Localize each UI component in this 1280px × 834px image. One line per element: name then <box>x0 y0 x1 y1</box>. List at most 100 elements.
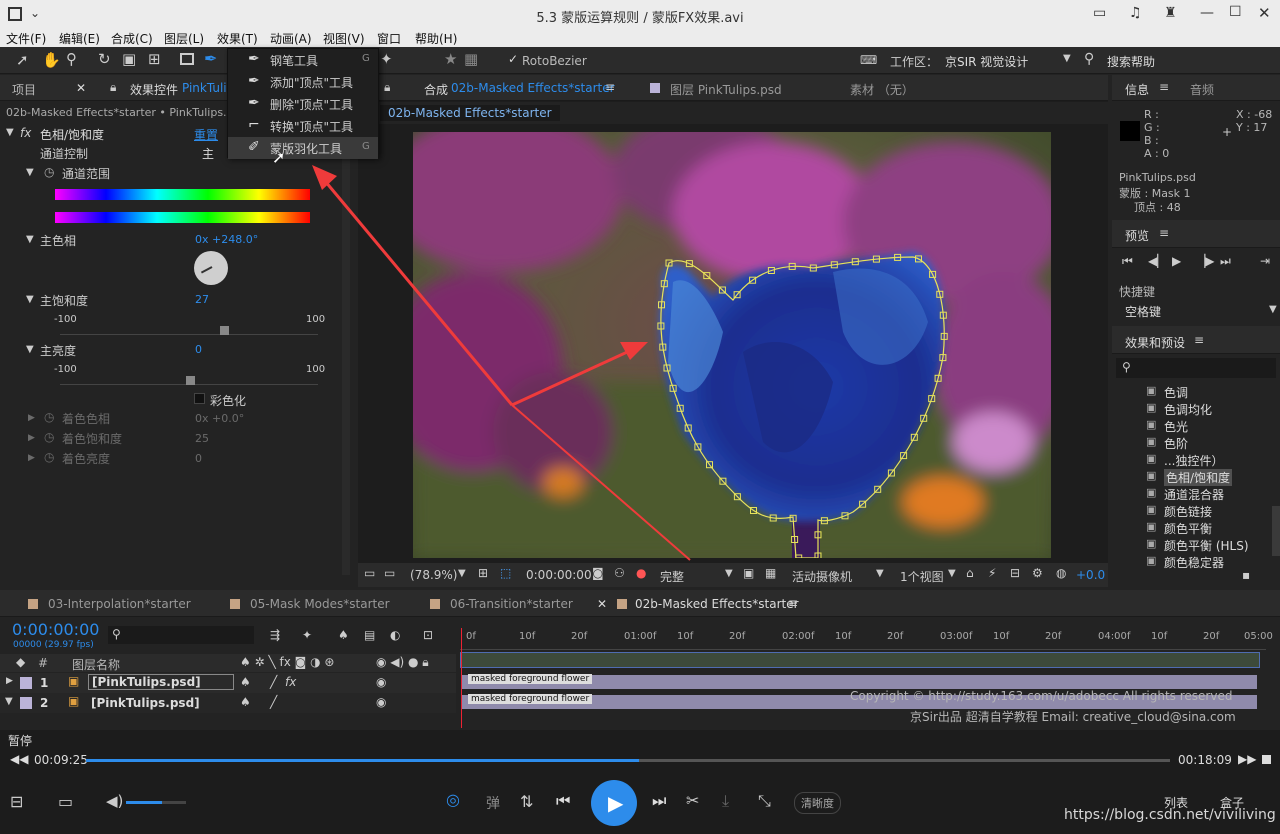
seek-track[interactable] <box>86 759 1170 762</box>
timeline-tab-active[interactable]: 02b-Masked Effects*starter <box>635 597 799 611</box>
hue-dial[interactable] <box>194 251 228 285</box>
roto-brush-icon[interactable]: ▦ <box>464 50 478 68</box>
expand-icon[interactable]: ▼ <box>26 344 34 355</box>
previous-frame-icon[interactable]: ◀▏ <box>1148 254 1166 268</box>
shy-switch[interactable]: ♠ <box>240 695 251 709</box>
rotate-tool-icon[interactable]: ↻ <box>98 50 111 68</box>
play-icon[interactable]: ▶ <box>1172 254 1181 268</box>
effects-search-input[interactable]: ⚲ <box>1116 358 1276 378</box>
layer-row[interactable]: ▼ 2 ▣ [PinkTulips.psd] ♠ ╱ ◉ <box>0 693 456 713</box>
slider-handle[interactable] <box>186 376 195 385</box>
expand-icon[interactable]: ▶ <box>28 413 35 423</box>
minimize-icon[interactable]: — <box>1200 5 1214 21</box>
layer-name[interactable]: [PinkTulips.psd] <box>91 696 200 710</box>
timeline-tab[interactable]: 06-Transition*starter <box>450 597 573 611</box>
lock-icon[interactable]: 🔒︎ <box>110 80 116 95</box>
master-saturation-value[interactable]: 27 <box>195 293 209 306</box>
monitor-icon[interactable]: ▭ <box>384 566 395 580</box>
menu-icon[interactable]: ≡ <box>605 80 615 94</box>
search-icon[interactable]: ⚲ <box>1084 51 1094 67</box>
camera-select[interactable]: 活动摄像机 <box>792 568 852 585</box>
tab-layer[interactable]: 图层 PinkTulips.psd <box>670 81 782 98</box>
frame-blending-icon[interactable]: ▤ <box>364 628 375 642</box>
view-layout-select[interactable]: 1个视图 <box>900 568 944 585</box>
effect-list-item[interactable]: ▣ 色调 <box>1112 384 1272 401</box>
fast-forward-icon[interactable]: ▶▶ <box>1238 752 1256 766</box>
show-snapshot-icon[interactable]: ⚇ <box>614 566 625 580</box>
tab-effect-controls[interactable]: 效果控件 <box>130 81 178 98</box>
reset-link[interactable]: 重置 <box>194 126 218 143</box>
stop-icon[interactable] <box>1262 755 1271 764</box>
stopwatch-icon[interactable]: ◷ <box>44 410 54 424</box>
menu-item-composition[interactable]: 合成(C) <box>111 30 153 47</box>
colorize-checkbox[interactable] <box>194 393 205 404</box>
menu-icon[interactable]: ≡ <box>1194 333 1204 347</box>
fx-switch[interactable]: fx <box>285 675 296 689</box>
time-ruler[interactable]: 0f 10f 20f 01:00f 10f 20f 02:00f 10f 20f 03:00f 10… <box>460 626 1273 650</box>
pen-tool-icon[interactable]: ✒ <box>204 49 217 68</box>
menu-item-convert-vertex-tool[interactable]: ⌐ 转换"顶点"工具 <box>228 115 378 137</box>
snapshot-icon[interactable]: ◙ <box>592 566 604 580</box>
tab-info[interactable]: 信息 <box>1125 81 1149 98</box>
menu-item-mask-feather-tool[interactable]: ✐ 蒙版羽化工具 G <box>228 137 378 159</box>
master-lightness-value[interactable]: 0 <box>195 343 202 356</box>
bell-icon[interactable]: ♫ <box>1129 5 1142 21</box>
scrollbar[interactable] <box>1272 506 1280 556</box>
visibility-icon[interactable]: ◉ <box>376 695 386 709</box>
transparency-grid-icon[interactable]: ▦ <box>765 566 776 580</box>
zoom-tool-icon[interactable]: ⚲ <box>66 50 77 68</box>
close-icon[interactable]: ✕ <box>597 597 607 611</box>
menu-item-window[interactable]: 窗口 <box>377 30 401 47</box>
menu-item-add-vertex-tool[interactable]: ✒ 添加"顶点"工具 <box>228 71 378 93</box>
menu-item-view[interactable]: 视图(V) <box>323 30 365 47</box>
chevron-down-icon[interactable]: ▼ <box>948 568 956 579</box>
visibility-icon[interactable]: ◉ <box>376 675 386 689</box>
camera-tool-icon[interactable]: ▣ <box>122 50 136 68</box>
always-preview-icon[interactable]: ▭ <box>364 566 375 580</box>
stopwatch-icon[interactable]: ◷ <box>44 450 54 464</box>
effect-list-item[interactable]: ▣ 色光 <box>1112 418 1272 435</box>
expand-icon[interactable]: ▼ <box>26 234 34 245</box>
expand-icon[interactable]: ▼ <box>26 167 34 178</box>
layer-label-color[interactable] <box>20 697 32 709</box>
tab-composition[interactable]: 合成 <box>424 81 448 98</box>
volume-icon[interactable]: ◀) <box>106 792 123 810</box>
workspace-select[interactable]: 京SIR 视觉设计 <box>945 53 1028 70</box>
reset-exposure-icon[interactable]: ◍ <box>1056 566 1066 580</box>
quality-switch[interactable]: ╱ <box>270 675 277 689</box>
shy-switch[interactable]: ♠ <box>240 675 251 689</box>
composition-viewer[interactable] <box>413 132 1051 558</box>
layer-name[interactable]: [PinkTulips.psd] <box>88 674 234 690</box>
timeline-tab[interactable]: 05-Mask Modes*starter <box>250 597 390 611</box>
hand-tool-icon[interactable]: ✋ <box>42 51 61 69</box>
chevron-down-icon[interactable]: ▼ <box>1269 304 1277 315</box>
shortcut-select[interactable]: 空格键 <box>1125 303 1161 320</box>
layer-row[interactable]: ▶ 1 ▣ [PinkTulips.psd] ♠ ╱ fx ◉ <box>0 673 456 693</box>
region-of-interest-icon[interactable]: ▣ <box>743 566 754 580</box>
slider-handle[interactable] <box>220 326 229 335</box>
selection-tool-icon[interactable]: ➚ <box>16 51 29 69</box>
comp-breadcrumb[interactable]: 02b-Masked Effects*starter <box>380 105 560 121</box>
scissors-icon[interactable]: ✂ <box>686 791 699 810</box>
chevron-down-icon[interactable]: ▼ <box>725 568 733 579</box>
playhead[interactable] <box>461 628 462 728</box>
pan-behind-tool-icon[interactable]: ⊞ <box>148 50 161 68</box>
message-icon[interactable]: ▭ <box>1093 5 1106 21</box>
expand-icon[interactable]: ▶ <box>28 433 35 443</box>
puppet-tool-icon[interactable]: ✦ <box>380 50 393 68</box>
rotobezier-checkbox[interactable]: ✓ <box>508 52 518 66</box>
new-bin-icon[interactable]: ▪ <box>1242 568 1250 582</box>
chevron-down-icon[interactable]: ▼ <box>1063 53 1071 64</box>
quality-switch[interactable]: ╱ <box>270 695 277 709</box>
menu-item-animation[interactable]: 动画(A) <box>270 30 312 47</box>
timeline-timecode[interactable]: 0:00:00:00 <box>12 620 99 639</box>
resolution-select[interactable]: 完整 <box>660 568 684 585</box>
menu-item-layer[interactable]: 图层(L) <box>164 30 204 47</box>
effect-list-item[interactable]: ▣ 色调均化 <box>1112 401 1272 418</box>
quality-button[interactable]: 清晰度 <box>794 792 841 814</box>
star-icon[interactable]: ★ <box>444 50 457 68</box>
menu-icon[interactable]: ≡ <box>1159 226 1169 240</box>
maximize-icon[interactable]: ☐ <box>1229 4 1242 20</box>
previous-icon[interactable]: ⏮ <box>556 791 570 811</box>
comp-timecode[interactable]: 0:00:00:00 <box>526 568 592 582</box>
